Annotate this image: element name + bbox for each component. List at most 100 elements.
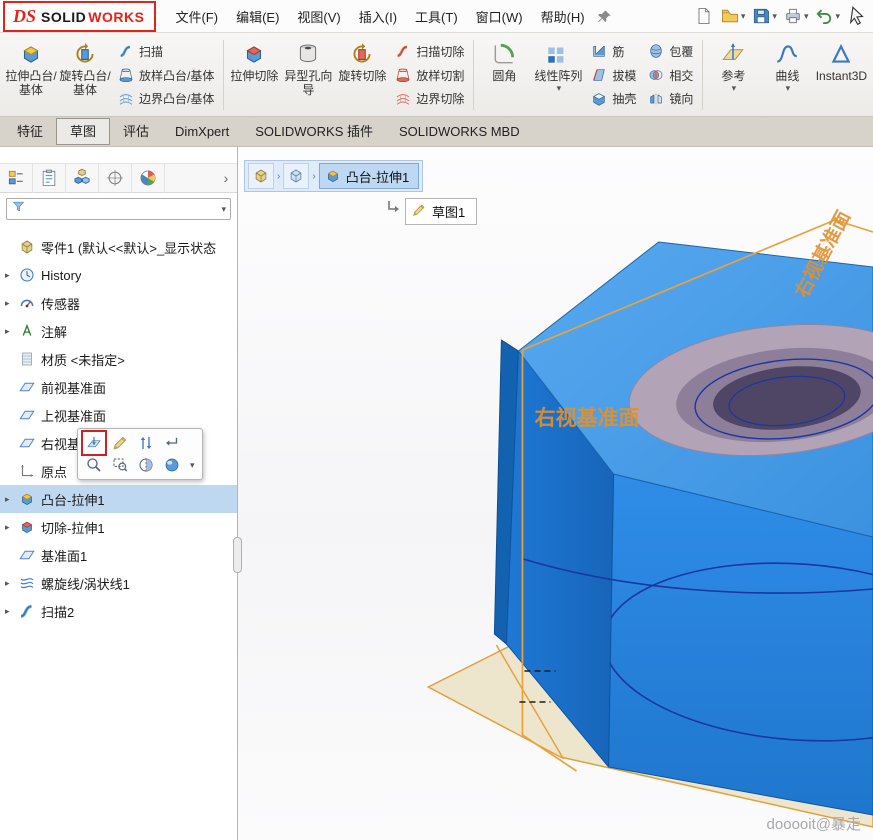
tree-item-annotations[interactable]: ▸注解 [0,317,237,345]
save-button[interactable]: ▾ [750,5,778,27]
ribbon-loft-cut-button[interactable]: 放样切割 [395,67,464,84]
tree-item-label: 扫描2 [41,602,74,621]
menu-item[interactable]: 工具(T) [406,1,467,32]
tree-item-boss-extrude[interactable]: ▸凸台-拉伸1 [0,485,237,513]
tree-item-sensors[interactable]: ▸传感器 [0,289,237,317]
print-button[interactable]: ▾ [782,5,810,27]
ribbon-fillet-button[interactable]: 圆角 [477,36,531,114]
ribbon-boundary-cut-button[interactable]: 边界切除 [395,90,464,107]
context-magnifier-button[interactable] [85,456,103,474]
expand-arrow-icon[interactable]: ▸ [5,494,18,505]
menu-item[interactable]: 窗口(W) [467,1,532,32]
context-zoom-area-button[interactable] [111,456,129,474]
dropdown-caret-icon[interactable]: ▾ [190,460,195,471]
ribbon-reference-button[interactable]: 参考▾ [706,36,760,114]
tree-filter-field[interactable]: ▾ [6,198,231,220]
tree-item-material[interactable]: 材质 <未指定> [0,345,237,373]
manager-tab-dimxpertmanager[interactable] [99,163,132,193]
ribbon-instant3d-button[interactable]: Instant3D [814,36,868,114]
context-return-arrow-button[interactable] [163,434,181,452]
ribbon-extrude-boss-button[interactable]: 拉伸凸台/基体 [4,36,58,114]
ribbon-mirror-button[interactable]: 镜向 [648,90,693,107]
breadcrumb-selected-feature[interactable]: 凸台-拉伸1 [319,163,420,189]
menu-item[interactable]: 视图(V) [288,1,349,32]
command-tab-特征[interactable]: 特征 [4,117,56,146]
filter-caret-icon[interactable]: ▾ [221,204,226,215]
undo-button[interactable]: ▾ [813,5,841,27]
pin-icon[interactable] [596,8,613,25]
ribbon-linear-pattern-button[interactable]: 线性阵列▾ [531,36,585,114]
expand-arrow-icon[interactable]: ▸ [5,578,18,589]
breadcrumb-child-sketch[interactable]: 草图1 [405,198,477,225]
ribbon-button-label: 拉伸切除 [227,69,281,83]
command-tab-评估[interactable]: 评估 [110,117,162,146]
select-arrow-button[interactable] [845,4,869,28]
dropdown-caret-icon[interactable]: ▾ [772,11,777,22]
open-document-button[interactable]: ▾ [719,5,747,27]
ribbon-revolve-boss-button[interactable]: 旋转凸台/基体 [58,36,112,114]
context-appearance-button[interactable] [163,456,181,474]
breadcrumb-part-button[interactable] [248,163,274,189]
menu-item[interactable]: 插入(I) [350,1,406,32]
cut-extrude-icon [18,518,36,536]
ribbon-wrap-button[interactable]: 包覆 [648,43,693,60]
funnel-icon [11,199,26,214]
new-document-button[interactable] [693,5,715,27]
expand-arrow-icon[interactable]: ▸ [5,522,18,533]
tree-item-plane[interactable]: 基准面1 [0,541,237,569]
expand-arrow-icon[interactable]: ▸ [5,270,18,281]
plane-icon [18,434,36,452]
menu-item[interactable]: 文件(F) [166,1,227,32]
expand-arrow-icon[interactable]: ▸ [5,326,18,337]
ribbon-loft-button[interactable]: 放样凸台/基体 [118,67,214,84]
ribbon-hole-wizard-button[interactable]: 异型孔向导 [281,36,335,114]
command-tab-SOLIDWORKS 插件[interactable]: SOLIDWORKS 插件 [242,117,386,146]
panel-splitter-handle[interactable] [233,537,242,573]
dropdown-caret-icon[interactable]: ▾ [732,83,737,94]
ribbon-sweep-cut-button[interactable]: 扫描切除 [395,43,464,60]
command-tab-SOLIDWORKS MBD[interactable]: SOLIDWORKS MBD [386,117,533,146]
context-edit-sketch-button[interactable] [111,434,129,452]
manager-tab-propertymanager[interactable] [33,163,66,193]
context-section-tool-button[interactable] [137,456,155,474]
dropdown-caret-icon[interactable]: ▾ [786,83,791,94]
tree-item-part[interactable]: 零件1 (默认<<默认>_显示状态 [0,233,237,261]
breadcrumb-solid-body-button[interactable] [283,163,309,189]
tree-item-helix[interactable]: ▸螺旋线/涡状线1 [0,569,237,597]
ribbon-sweep-button[interactable]: 扫描 [118,43,214,60]
ribbon-curve-button[interactable]: 曲线▾ [760,36,814,114]
tree-item-history[interactable]: ▸History [0,261,237,289]
ribbon-revolve-cut-button[interactable]: 旋转切除 [335,36,389,114]
ribbon-button-label: 旋转切除 [335,69,389,83]
manager-tab-displaymanager[interactable] [132,163,165,193]
ribbon-shell-button[interactable]: 抽壳 [591,90,636,107]
pin-toggle[interactable] [596,8,613,25]
command-tab-DimXpert[interactable]: DimXpert [162,117,242,146]
ribbon-rib-button[interactable]: 筋 [591,43,636,60]
ribbon-boundary-button[interactable]: 边界凸台/基体 [118,90,214,107]
menu-item[interactable]: 帮助(H) [532,1,594,32]
command-tab-草图[interactable]: 草图 [56,118,110,145]
context-updown-arrows-button[interactable] [137,434,155,452]
tree-item-sweep-feature[interactable]: ▸ 扫描2 [0,597,237,625]
dropdown-caret-icon[interactable]: ▾ [557,83,562,94]
dropdown-caret-icon[interactable]: ▾ [804,11,809,22]
menu-bar: 文件(F)编辑(E)视图(V)插入(I)工具(T)窗口(W)帮助(H) [166,1,593,32]
manager-tab-featuremanager[interactable] [0,163,33,193]
tree-item-cut-extrude[interactable]: ▸切除-拉伸1 [0,513,237,541]
3d-scene[interactable]: 右视基准面 右视基准面 [238,147,873,840]
graphics-viewport[interactable]: 右视基准面 右视基准面 ››凸台-拉伸1 草图1 dooooit@暴走 [238,147,873,840]
ribbon-intersect-button[interactable]: 相交 [648,67,693,84]
menu-item[interactable]: 编辑(E) [227,1,288,32]
panel-expand-chevron[interactable]: › [215,170,237,186]
expand-arrow-icon[interactable]: ▸ [5,298,18,309]
ribbon-extrude-cut-button[interactable]: 拉伸切除 [227,36,281,114]
dropdown-caret-icon[interactable]: ▾ [835,11,840,22]
manager-tab-configurationmanager[interactable] [66,163,99,193]
dropdown-caret-icon[interactable]: ▾ [741,11,746,22]
context-normal-to-button[interactable] [85,434,103,452]
expand-arrow-icon[interactable]: ▸ [5,606,18,617]
tree-item-plane[interactable]: 前视基准面 [0,373,237,401]
ribbon-draft-button[interactable]: 拔模 [591,67,636,84]
tree-item-plane[interactable]: 上视基准面 [0,401,237,429]
